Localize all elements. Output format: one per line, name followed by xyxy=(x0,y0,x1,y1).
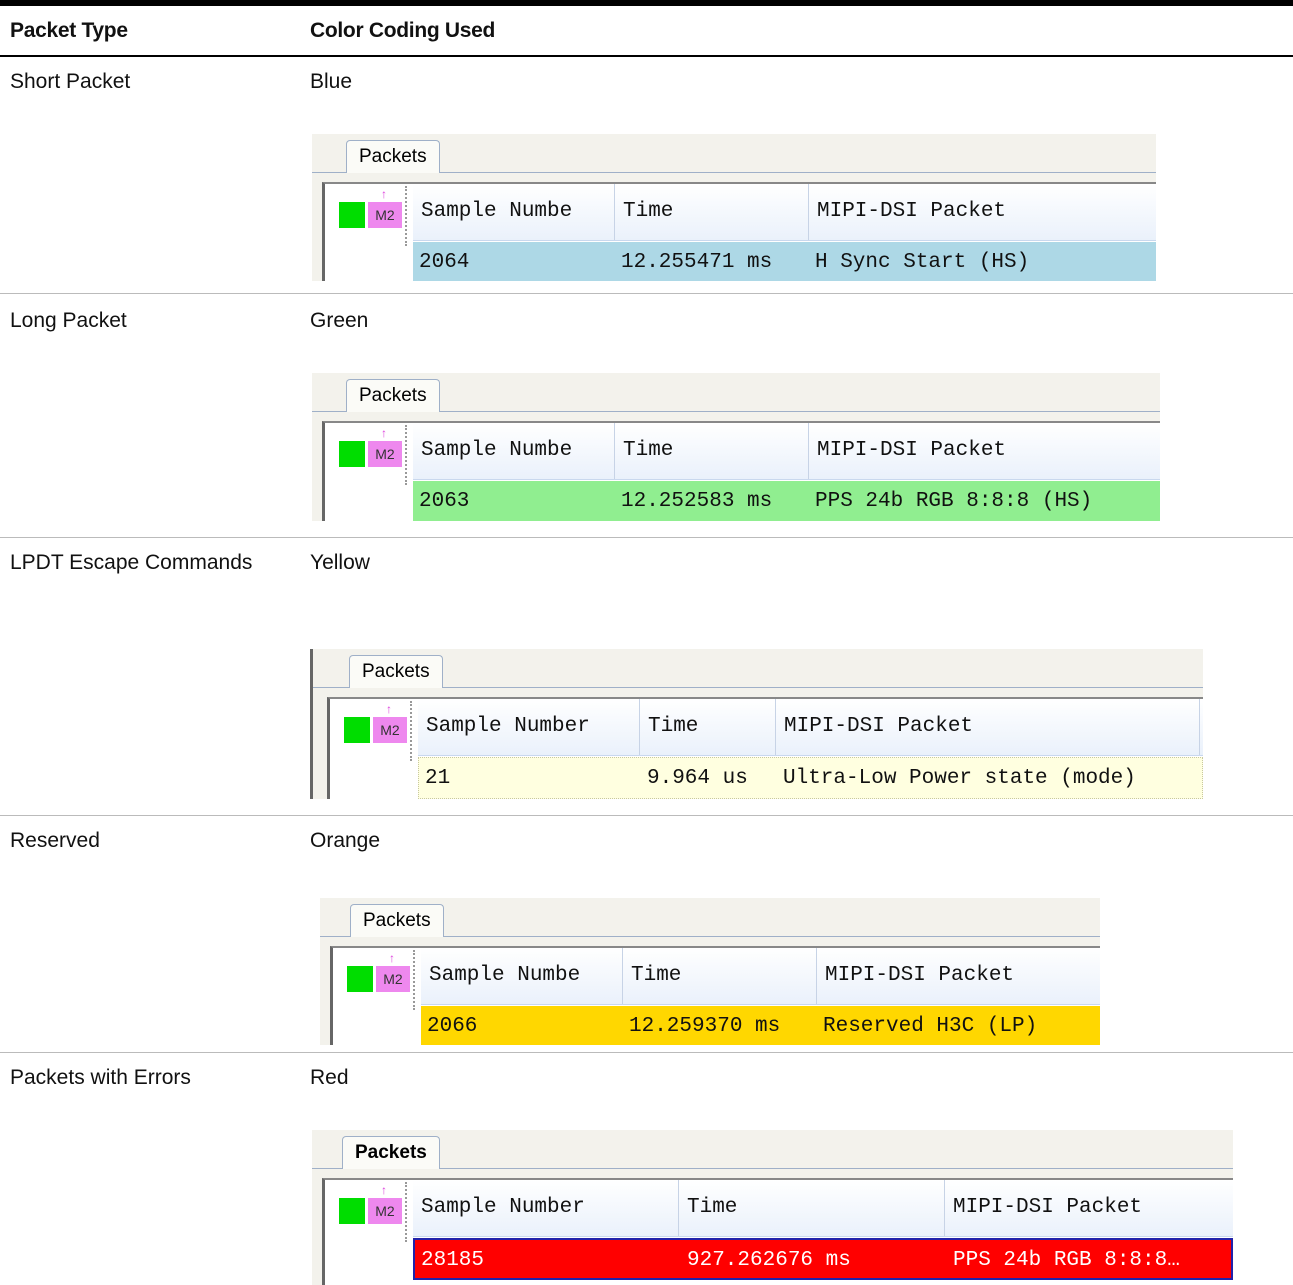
packets-panel-reserved: Packets ↑ M2 Sample Numbe Time MIPI-DSI … xyxy=(320,898,1100,1045)
column-header-row: Sample Numbe Time MIPI-DSI Packet xyxy=(413,423,1160,480)
column-header-time[interactable]: Time xyxy=(615,423,809,479)
cell-time: 12.259370 ms xyxy=(629,1015,781,1038)
tab-strip: Packets xyxy=(320,898,1100,937)
cell-packet: Ultra-Low Power state (mode) xyxy=(783,767,1136,790)
row-divider xyxy=(0,293,1293,294)
packet-type-long: Long Packet xyxy=(10,309,127,332)
green-marker-cell xyxy=(339,202,365,228)
column-splitter[interactable] xyxy=(405,1182,411,1242)
color-coding-yellow: Yellow xyxy=(310,551,370,574)
green-marker-cell xyxy=(339,1198,365,1224)
row-divider xyxy=(0,537,1293,538)
marker-arrow-icon: ↑ xyxy=(386,702,392,716)
tab-strip: Packets xyxy=(312,134,1156,173)
row-divider xyxy=(0,1052,1293,1053)
column-header-packet[interactable]: MIPI-DSI Packet xyxy=(817,948,1100,1004)
packets-panel-short: Packets ↑ M2 Sample Numbe Time MIPI-DSI … xyxy=(312,134,1156,281)
tab-strip: Packets xyxy=(312,1130,1233,1169)
cell-time: 9.964 us xyxy=(647,767,748,790)
column-header-packet[interactable]: MIPI-DSI Packet xyxy=(776,699,1200,755)
color-coding-green: Green xyxy=(310,309,369,332)
m2-marker[interactable]: M2 xyxy=(368,202,402,228)
green-marker-cell xyxy=(344,717,370,743)
header-rule xyxy=(0,55,1293,57)
table-row[interactable]: 2063 12.252583 ms PPS 24b RGB 8:8:8 (HS) xyxy=(413,481,1160,521)
cell-sample-number: 21 xyxy=(425,767,451,790)
packets-panel-errors: Packets ↑ M2 Sample Number Time MIPI-DSI… xyxy=(312,1130,1233,1285)
table-row[interactable]: 21 9.964 us Ultra-Low Power state (mode) xyxy=(418,757,1203,799)
column-header-time[interactable]: Time xyxy=(640,699,776,755)
column-splitter[interactable] xyxy=(405,186,411,246)
column-header-time[interactable]: Time xyxy=(679,1180,945,1236)
table-row[interactable]: 28185 927.262676 ms PPS 24b RGB 8:8:8… xyxy=(413,1238,1233,1280)
packets-panel-lpdt: Packets ↑ M2 Sample Number Time MIPI-DSI… xyxy=(310,649,1203,799)
packet-type-errors: Packets with Errors xyxy=(10,1066,191,1089)
tab-packets[interactable]: Packets xyxy=(349,655,443,688)
packet-type-reserved: Reserved xyxy=(10,829,100,852)
cell-packet: Reserved H3C (LP) xyxy=(823,1015,1038,1038)
column-header-row: Sample Number Time MIPI-DSI Packet xyxy=(413,1180,1233,1237)
column-header-sample-number[interactable]: Sample Number xyxy=(418,699,640,755)
marker-arrow-icon: ↑ xyxy=(381,187,387,201)
column-splitter[interactable] xyxy=(405,425,411,485)
cell-sample-number: 28185 xyxy=(421,1249,485,1272)
packet-type-short: Short Packet xyxy=(10,70,131,93)
cell-time: 927.262676 ms xyxy=(687,1249,851,1272)
column-header-sample-number[interactable]: Sample Numbe xyxy=(413,423,615,479)
marker-arrow-icon: ↑ xyxy=(389,951,395,965)
m2-marker[interactable]: M2 xyxy=(368,1198,402,1224)
column-header-sample-number[interactable]: Sample Number xyxy=(413,1180,679,1236)
column-splitter[interactable] xyxy=(410,701,416,761)
cell-packet: PPS 24b RGB 8:8:8 (HS) xyxy=(815,490,1093,513)
column-header-time[interactable]: Time xyxy=(623,948,817,1004)
packets-panel-long: Packets ↑ M2 Sample Numbe Time MIPI-DSI … xyxy=(312,373,1160,521)
m2-marker[interactable]: M2 xyxy=(368,441,402,467)
m2-marker[interactable]: M2 xyxy=(376,966,410,992)
green-marker-cell xyxy=(347,966,373,992)
column-header-sample-number[interactable]: Sample Numbe xyxy=(421,948,623,1004)
m2-marker[interactable]: M2 xyxy=(373,717,407,743)
table-row[interactable]: 2064 12.255471 ms H Sync Start (HS) xyxy=(413,242,1156,281)
tab-packets[interactable]: Packets xyxy=(346,379,440,412)
tab-packets[interactable]: Packets xyxy=(342,1136,440,1169)
tab-packets[interactable]: Packets xyxy=(350,904,444,937)
cell-time: 12.255471 ms xyxy=(621,251,773,274)
tab-strip: Packets xyxy=(313,649,1203,688)
tab-packets[interactable]: Packets xyxy=(346,140,440,173)
color-coding-orange: Orange xyxy=(310,829,381,852)
cell-sample-number: 2064 xyxy=(419,251,470,274)
column-splitter[interactable] xyxy=(413,950,419,1010)
row-divider xyxy=(0,815,1293,816)
cell-sample-number: 2063 xyxy=(419,490,470,513)
cell-packet: PPS 24b RGB 8:8:8… xyxy=(953,1249,1180,1272)
column-header-sample-number[interactable]: Sample Numbe xyxy=(413,184,615,240)
column-header-packet[interactable]: MIPI-DSI Packet xyxy=(809,184,1156,240)
tab-strip: Packets xyxy=(312,373,1160,412)
green-marker-cell xyxy=(339,441,365,467)
marker-arrow-icon: ↑ xyxy=(381,426,387,440)
header-color-coding: Color Coding Used xyxy=(310,19,496,42)
color-coding-blue: Blue xyxy=(310,70,353,93)
column-header-row: Sample Numbe Time MIPI-DSI Packet xyxy=(413,184,1156,241)
cell-packet: H Sync Start (HS) xyxy=(815,251,1030,274)
marker-arrow-icon: ↑ xyxy=(381,1183,387,1197)
packet-type-lpdt: LPDT Escape Commands xyxy=(10,551,253,574)
color-coding-red: Red xyxy=(310,1066,349,1089)
cell-sample-number: 2066 xyxy=(427,1015,478,1038)
top-rule xyxy=(0,0,1293,6)
column-header-row: Sample Number Time MIPI-DSI Packet xyxy=(418,699,1203,756)
header-packet-type: Packet Type xyxy=(10,19,128,42)
cell-time: 12.252583 ms xyxy=(621,490,773,513)
table-row[interactable]: 2066 12.259370 ms Reserved H3C (LP) xyxy=(421,1006,1100,1045)
column-header-time[interactable]: Time xyxy=(615,184,809,240)
column-header-row: Sample Numbe Time MIPI-DSI Packet xyxy=(421,948,1100,1005)
column-header-packet[interactable]: MIPI-DSI Packet xyxy=(945,1180,1233,1236)
column-header-packet[interactable]: MIPI-DSI Packet xyxy=(809,423,1160,479)
